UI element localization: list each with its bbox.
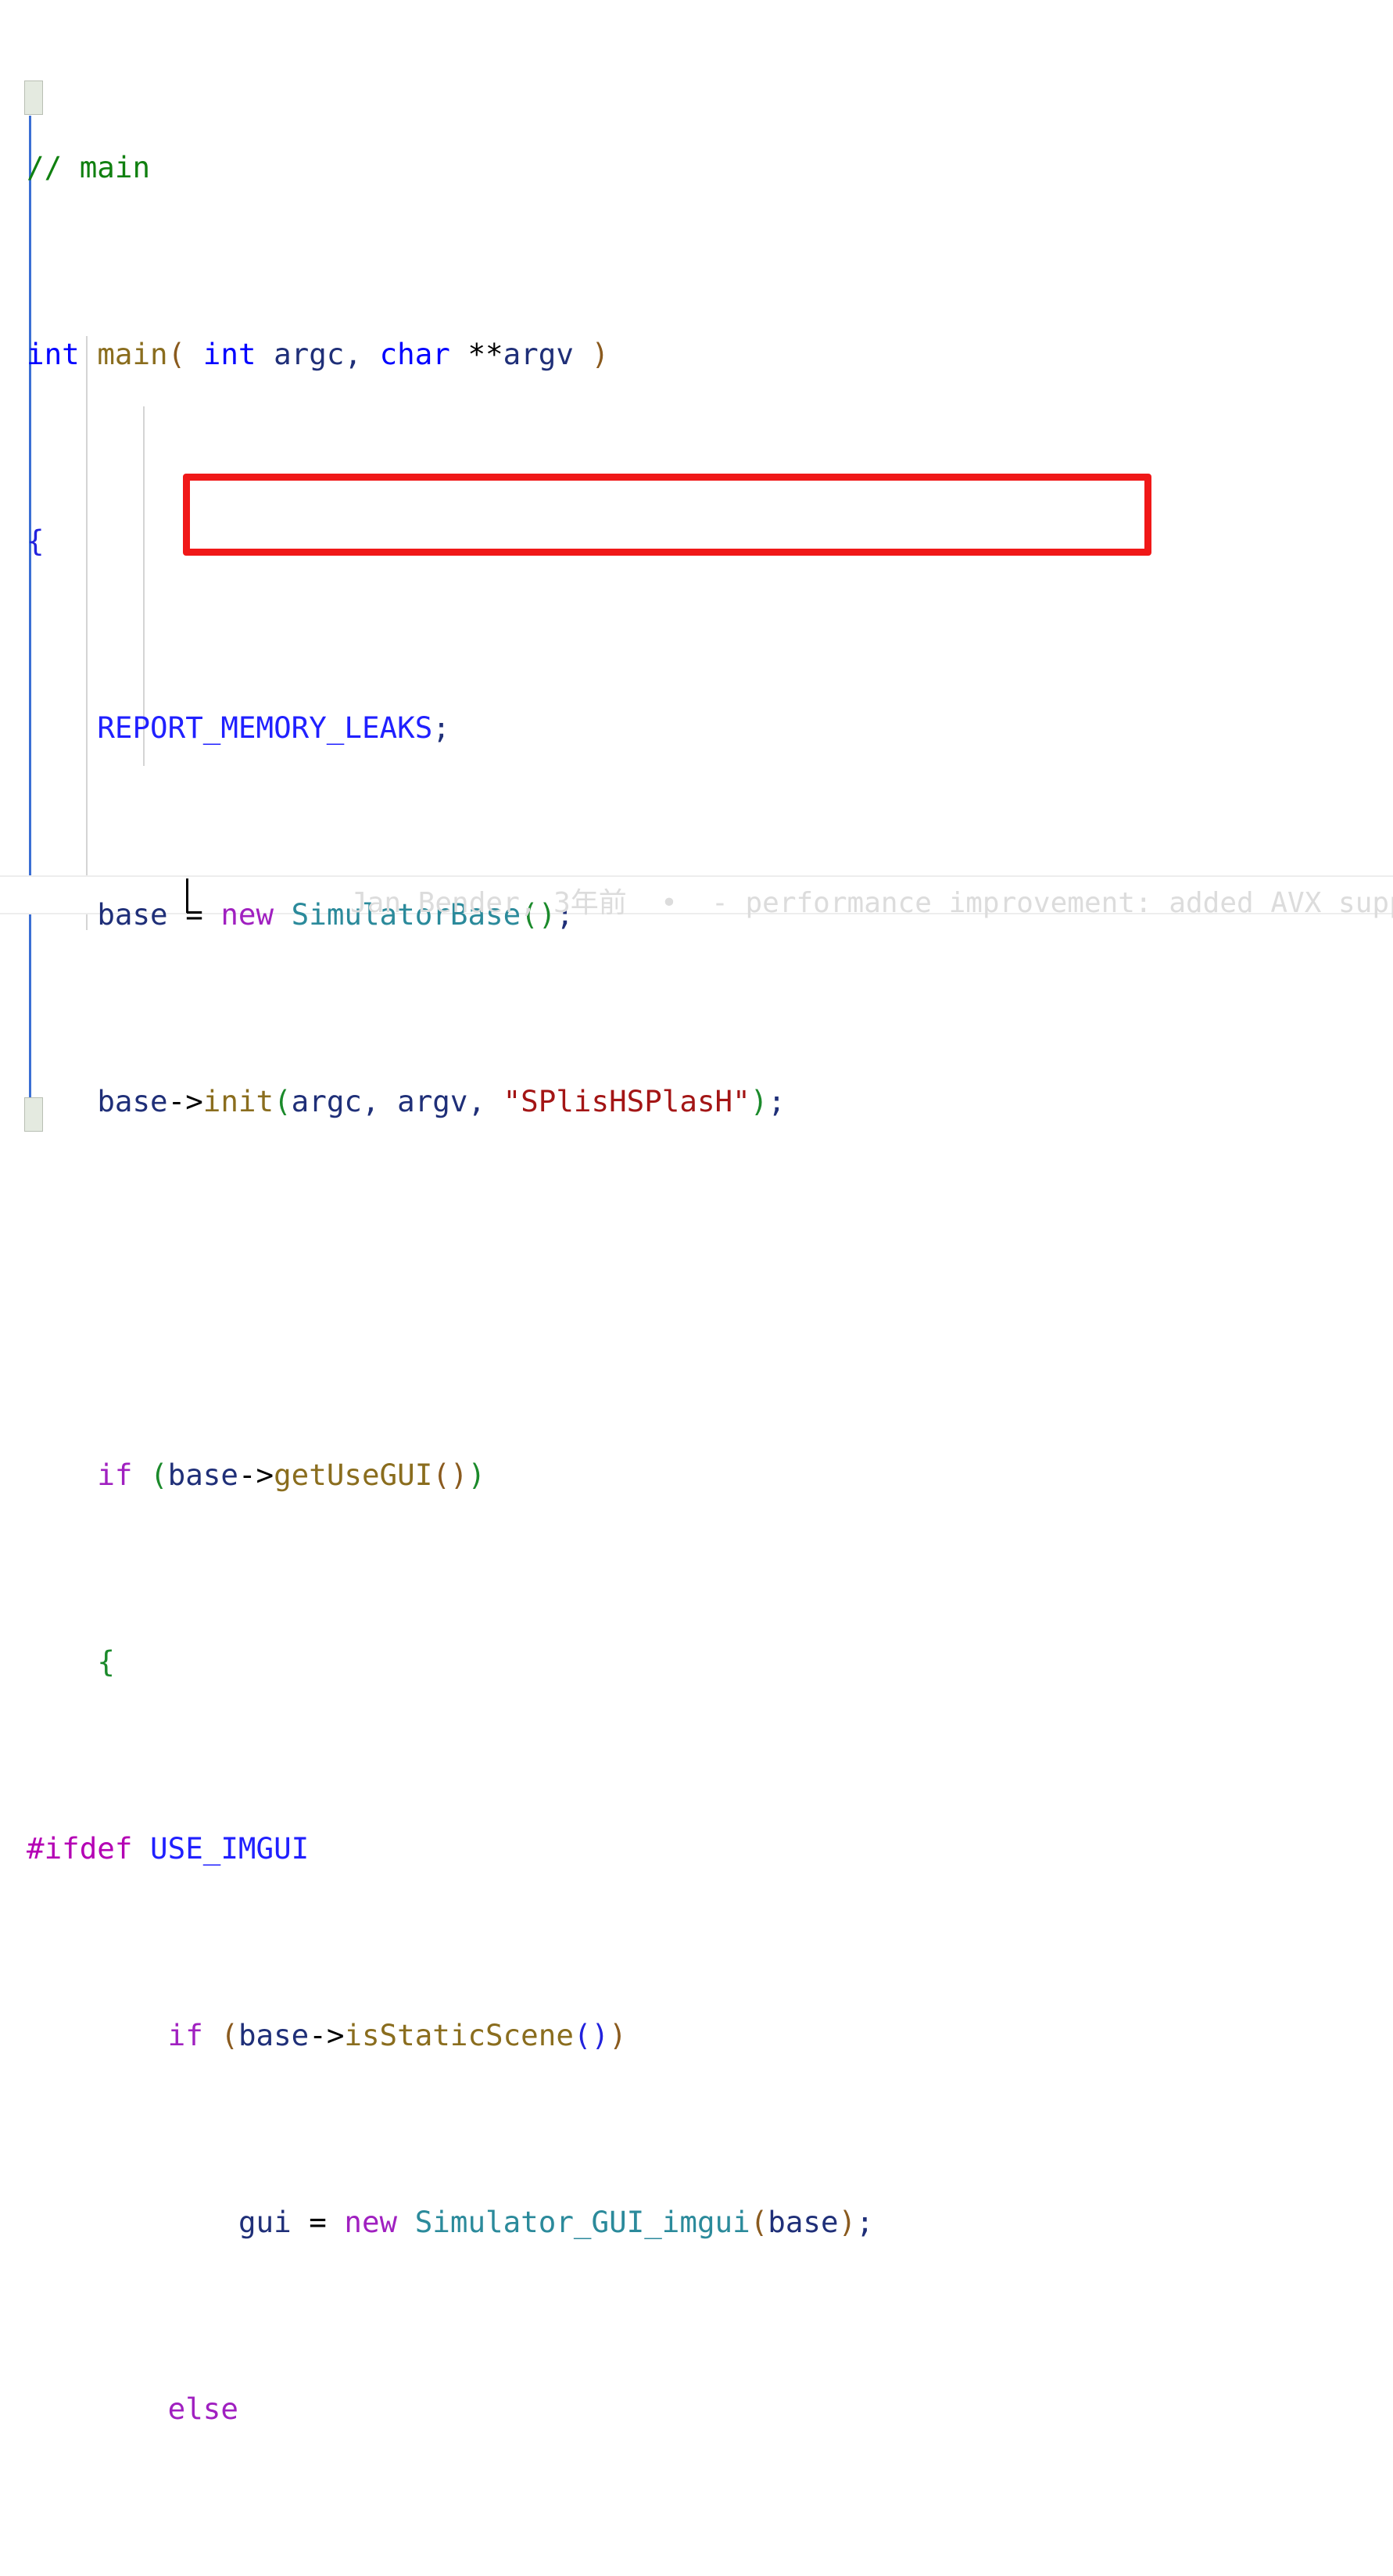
code-line-5[interactable]: base = new SimulatorBase();: [0, 896, 1393, 934]
code-line-2[interactable]: int main( int argc, char **argv ): [0, 336, 1393, 374]
text-caret: [186, 878, 188, 913]
code-editor-surface[interactable]: // main int main( int argc, char **argv …: [0, 0, 1393, 2426]
code-line-9[interactable]: {: [0, 1644, 1393, 1681]
code-line-12[interactable]: gui = new Simulator_GUI_imgui(base);: [0, 2204, 1393, 2241]
code-line-10[interactable]: #ifdef USE_IMGUI: [0, 1830, 1393, 1868]
code-token-comment: // main: [27, 150, 151, 185]
code-line-8[interactable]: if (base->getUseGUI()): [0, 1457, 1393, 1494]
brace-open: {: [27, 524, 45, 559]
code-line-1[interactable]: // main: [0, 149, 1393, 187]
code-line-4[interactable]: REPORT_MEMORY_LEAKS;: [0, 710, 1393, 747]
code-line-11[interactable]: if (base->isStaticScene()): [0, 2017, 1393, 2055]
code-line-3[interactable]: {: [0, 523, 1393, 560]
preprocessor-ifdef: #ifdef: [27, 1831, 133, 1866]
code-line-7[interactable]: [0, 1270, 1393, 1308]
code-line-6[interactable]: base->init(argc, argv, "SPlisHSPlasH");: [0, 1083, 1393, 1121]
code-line-13[interactable]: else: [0, 2391, 1393, 2428]
code-text[interactable]: // main int main( int argc, char **argv …: [0, 0, 1393, 2576]
